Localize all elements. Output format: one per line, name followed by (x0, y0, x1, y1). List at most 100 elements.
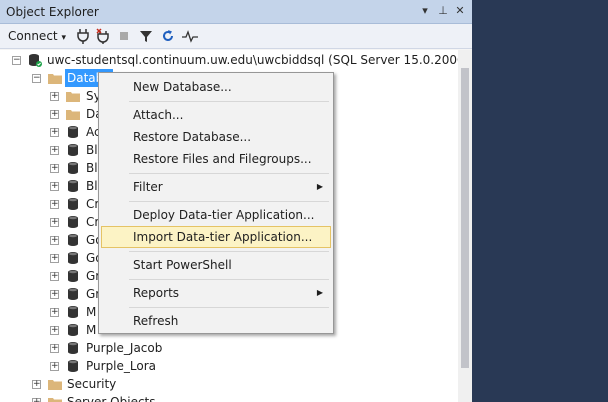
connect-label: Connect (8, 29, 58, 43)
menu-item-label: Restore Database... (133, 130, 252, 144)
scrollbar-thumb[interactable] (461, 68, 469, 368)
menu-item-import-data-tier-application[interactable]: Import Data-tier Application... (101, 226, 331, 248)
folder-icon (48, 377, 62, 391)
tree-node-label: Bl (86, 179, 98, 193)
server-objects-label: Server Objects (67, 395, 156, 402)
database-icon (66, 125, 80, 139)
collapse-toggle-icon[interactable]: − (12, 56, 21, 65)
menu-separator (129, 173, 329, 174)
tree-node-label: Bl (86, 161, 98, 175)
tree-node-label: M (86, 305, 97, 319)
menu-item-restore-files-and-filegroups[interactable]: Restore Files and Filegroups... (101, 148, 331, 170)
menu-item-attach[interactable]: Attach... (101, 104, 331, 126)
disconnect-icon[interactable] (95, 28, 111, 44)
database-icon (66, 323, 80, 337)
database-icon (66, 305, 80, 319)
expand-toggle-icon[interactable]: + (50, 362, 59, 371)
stop-icon[interactable] (118, 28, 130, 44)
expand-toggle-icon[interactable]: + (50, 146, 59, 155)
server-label: uwc-studentsql.continuum.uw.edu\uwcbidds… (47, 53, 458, 67)
tree-node-server[interactable]: − uwc-studentsql.continuum.uw.edu\uwcbid… (0, 51, 458, 69)
submenu-arrow-icon: ▶ (316, 182, 323, 191)
database-icon (66, 251, 80, 265)
tree-vertical-scrollbar[interactable] (458, 50, 472, 402)
refresh-icon[interactable] (160, 28, 176, 44)
menu-item-label: Attach... (133, 108, 184, 122)
panel-title: Object Explorer (6, 5, 99, 19)
expand-toggle-icon[interactable]: + (50, 128, 59, 137)
menu-item-start-powershell[interactable]: Start PowerShell (101, 254, 331, 276)
connect-plug-icon[interactable] (75, 28, 91, 44)
filter-icon[interactable] (138, 28, 154, 44)
menu-separator (129, 279, 329, 280)
tree-node-database[interactable]: + Purple_Lora (0, 357, 200, 375)
menu-separator (129, 201, 329, 202)
menu-item-restore-database[interactable]: Restore Database... (101, 126, 331, 148)
expand-toggle-icon[interactable]: + (50, 326, 59, 335)
expand-toggle-icon[interactable]: + (50, 182, 59, 191)
expand-toggle-icon[interactable]: + (50, 236, 59, 245)
server-icon (28, 53, 42, 67)
tree-node-label: Bl (86, 143, 98, 157)
menu-item-reports[interactable]: Reports ▶ (101, 282, 331, 304)
activity-monitor-icon[interactable] (182, 28, 198, 44)
folder-icon (48, 395, 62, 402)
expand-toggle-icon[interactable]: + (50, 164, 59, 173)
window-position-dropdown-icon[interactable]: ▾ (418, 4, 432, 18)
close-panel-icon[interactable]: ✕ (453, 4, 467, 18)
tree-node-label: Purple_Jacob (86, 341, 163, 355)
expand-toggle-icon[interactable]: + (50, 110, 59, 119)
tree-node-label: M (86, 323, 97, 337)
menu-item-label: Start PowerShell (133, 258, 232, 272)
auto-hide-pin-icon[interactable]: ⊥ (436, 4, 450, 18)
expand-toggle-icon[interactable]: + (50, 200, 59, 209)
menu-item-label: Deploy Data-tier Application... (133, 208, 315, 222)
folder-icon (66, 107, 80, 121)
menu-item-label: Filter (133, 180, 163, 194)
menu-item-filter[interactable]: Filter ▶ (101, 176, 331, 198)
expand-toggle-icon[interactable]: + (50, 344, 59, 353)
object-explorer-toolbar: Connect ▾ (0, 24, 472, 49)
database-icon (66, 359, 80, 373)
expand-toggle-icon[interactable]: + (50, 254, 59, 263)
menu-separator (129, 307, 329, 308)
expand-toggle-icon[interactable]: + (50, 92, 59, 101)
collapse-toggle-icon[interactable]: − (32, 74, 41, 83)
database-icon (66, 269, 80, 283)
expand-toggle-icon[interactable]: + (50, 308, 59, 317)
submenu-arrow-icon: ▶ (316, 288, 323, 297)
menu-item-refresh[interactable]: Refresh (101, 310, 331, 332)
database-icon (66, 215, 80, 229)
connect-button[interactable]: Connect ▾ (8, 28, 66, 44)
expand-toggle-icon[interactable]: + (32, 398, 41, 402)
expand-toggle-icon[interactable]: + (50, 290, 59, 299)
database-icon (66, 341, 80, 355)
database-icon (66, 197, 80, 211)
database-icon (66, 233, 80, 247)
folder-icon (66, 89, 80, 103)
menu-item-label: Refresh (133, 314, 179, 328)
expand-toggle-icon[interactable]: + (50, 272, 59, 281)
menu-item-deploy-data-tier-application[interactable]: Deploy Data-tier Application... (101, 204, 331, 226)
tree-node-security[interactable]: + Security (0, 375, 200, 393)
expand-toggle-icon[interactable]: + (32, 380, 41, 389)
folder-icon (48, 71, 62, 85)
database-icon (66, 143, 80, 157)
database-icon (66, 161, 80, 175)
menu-item-label: Reports (133, 286, 180, 300)
menu-item-label: Import Data-tier Application... (133, 230, 313, 244)
menu-separator (129, 101, 329, 102)
menu-item-label: New Database... (133, 80, 232, 94)
menu-separator (129, 251, 329, 252)
object-explorer-titlebar: Object Explorer ▾ ⊥ ✕ (0, 0, 472, 24)
database-icon (66, 287, 80, 301)
tree-node-database[interactable]: + Purple_Jacob (0, 339, 200, 357)
menu-item-new-database[interactable]: New Database... (101, 76, 331, 98)
tree-node-server-objects[interactable]: + Server Objects (0, 393, 200, 402)
expand-toggle-icon[interactable]: + (50, 218, 59, 227)
connect-dropdown-arrow: ▾ (61, 33, 66, 43)
databases-context-menu: New Database... Attach... Restore Database… (98, 72, 334, 334)
tree-node-label: Purple_Lora (86, 359, 157, 373)
security-label: Security (67, 377, 117, 391)
menu-item-label: Restore Files and Filegroups... (133, 152, 312, 166)
